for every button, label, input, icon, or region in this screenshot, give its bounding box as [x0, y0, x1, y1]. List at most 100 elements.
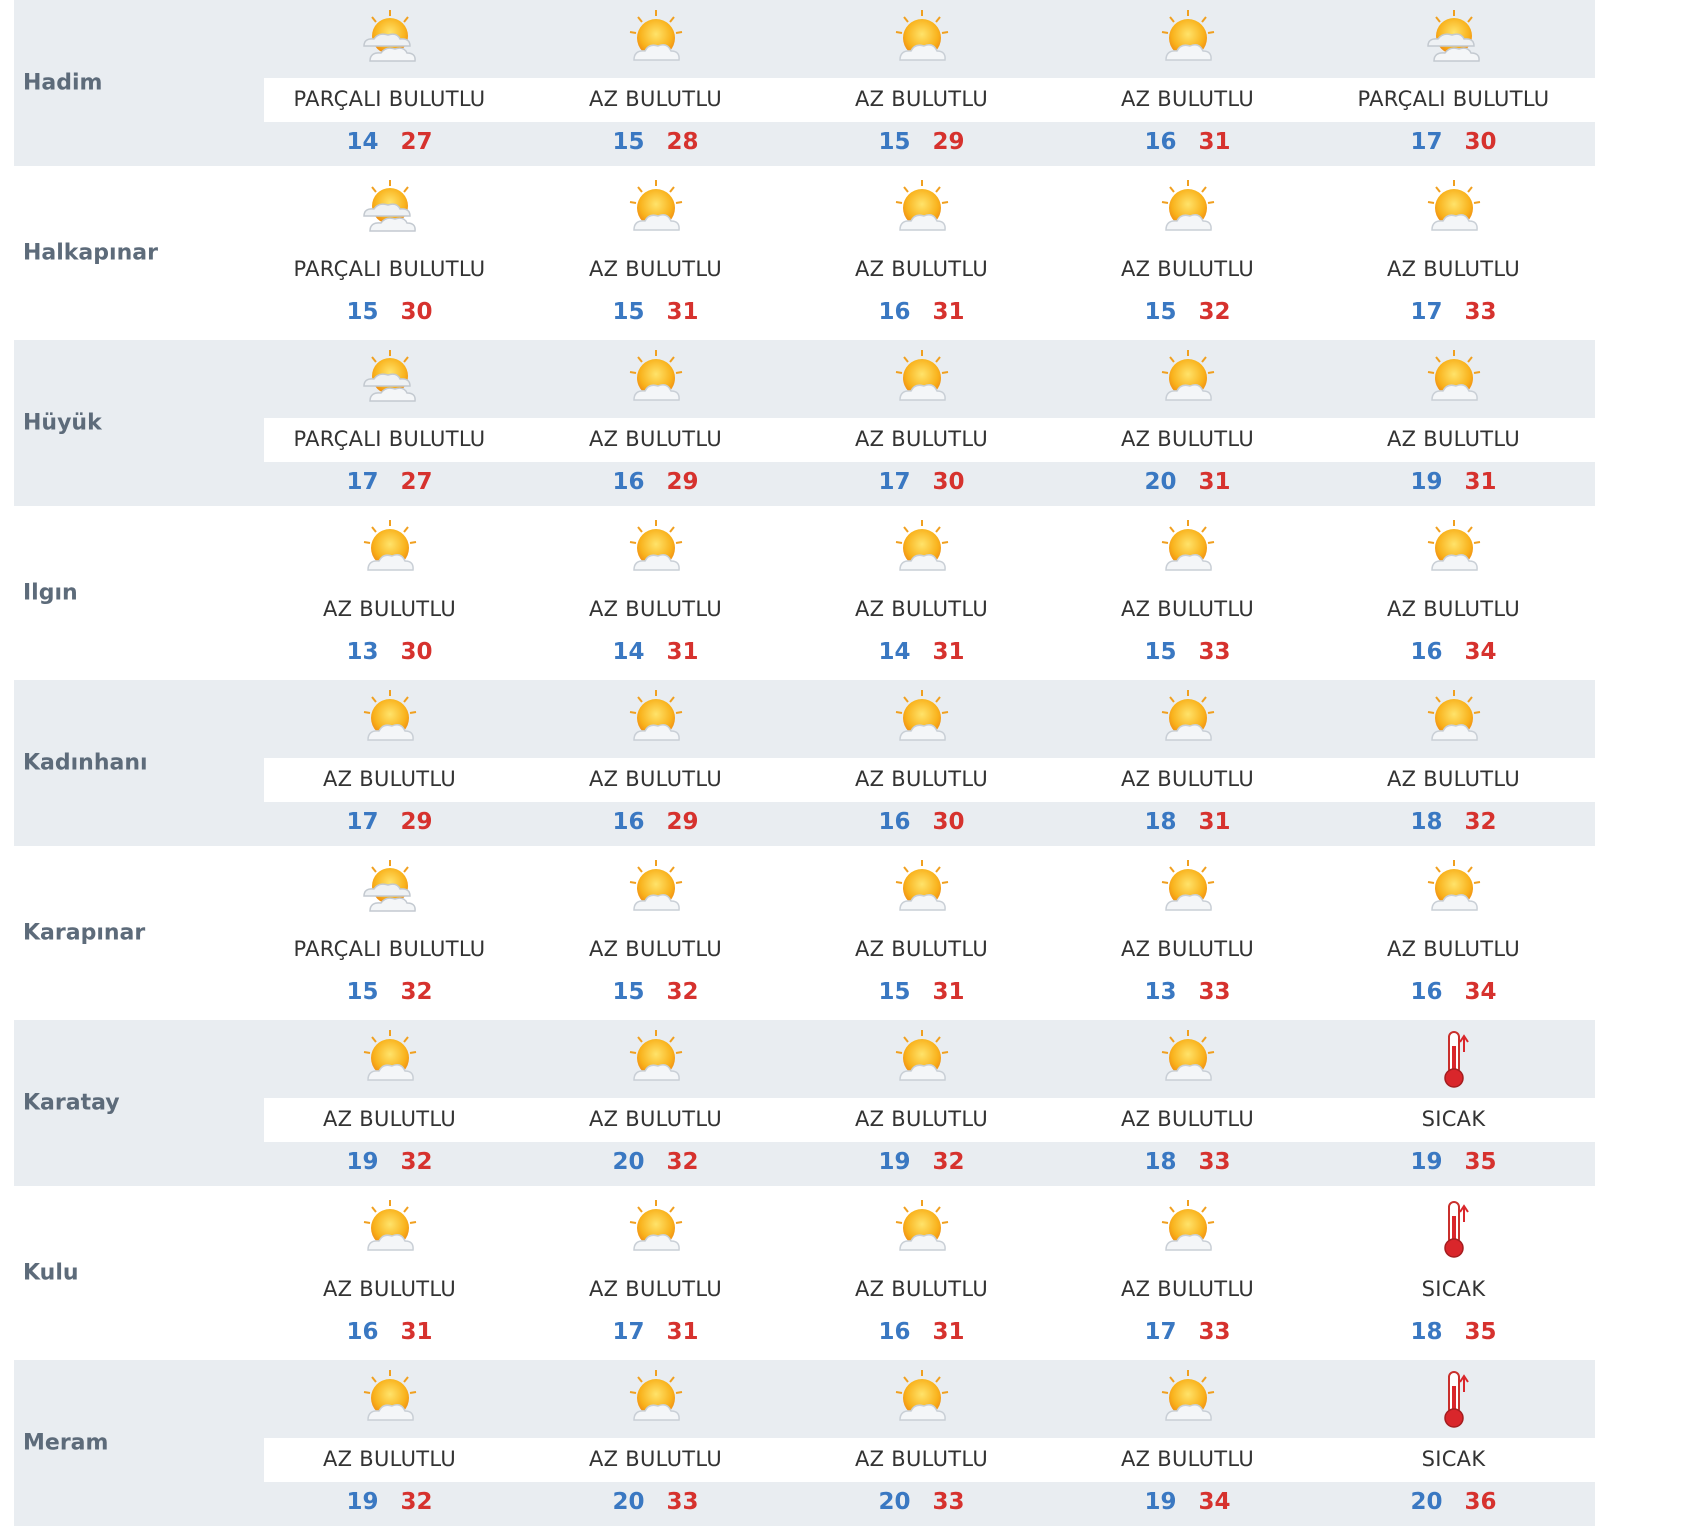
icon-band — [780, 0, 1063, 78]
condition-band: AZ BULUTLU — [514, 758, 797, 802]
icon-band — [1312, 1020, 1595, 1098]
temperature-band: 14 31 — [514, 632, 797, 676]
temperature-band: 16 30 — [780, 802, 1063, 846]
temperature-range: 15 31 — [780, 979, 1063, 1005]
condition-label: AZ BULUTLU — [322, 767, 457, 791]
temperature-range: 15 32 — [514, 979, 797, 1005]
temperature-range: 17 27 — [248, 469, 531, 495]
condition-label: AZ BULUTLU — [588, 1107, 723, 1131]
condition-band: AZ BULUTLU — [1312, 418, 1595, 462]
temperature-range: 15 30 — [248, 299, 531, 325]
high-temperature: 30 — [1464, 129, 1497, 155]
temperature-range: 15 32 — [1046, 299, 1329, 325]
high-temperature: 34 — [1198, 1489, 1231, 1515]
mostly-sunny-icon — [1422, 858, 1486, 920]
temperature-band: 14 27 — [248, 122, 531, 166]
icon-band — [1046, 170, 1329, 248]
forecast-day-cell: PARÇALI BULUTLU 15 32 — [248, 850, 531, 1016]
condition-band: AZ BULUTLU — [1312, 588, 1595, 632]
low-temperature: 16 — [878, 299, 911, 325]
condition-band: AZ BULUTLU — [1046, 758, 1329, 802]
temperature-range: 15 28 — [514, 129, 797, 155]
high-temperature: 31 — [400, 1319, 433, 1345]
forecast-day-cell: AZ BULUTLU 14 31 — [514, 510, 797, 676]
temperature-range: 19 35 — [1312, 1149, 1595, 1175]
temperature-range: 20 33 — [514, 1489, 797, 1515]
mostly-sunny-icon — [1156, 1198, 1220, 1260]
high-temperature: 31 — [1464, 469, 1497, 495]
district-name-cell: Hüyük — [14, 340, 264, 506]
low-temperature: 13 — [346, 639, 379, 665]
temperature-range: 15 32 — [248, 979, 531, 1005]
temperature-range: 19 31 — [1312, 469, 1595, 495]
temperature-range: 18 32 — [1312, 809, 1595, 835]
temperature-range: 19 32 — [248, 1149, 531, 1175]
temperature-band: 18 31 — [1046, 802, 1329, 846]
forecast-day-cell: AZ BULUTLU 19 32 — [780, 1020, 1063, 1186]
icon-band — [1046, 510, 1329, 588]
district-row: Karatay AZ BULUTLU 19 32 AZ BULUTLU 20 32 AZ… — [14, 1020, 1682, 1190]
district-name-cell: Kulu — [14, 1190, 264, 1356]
condition-band: SICAK — [1312, 1268, 1595, 1312]
mostly-sunny-icon — [890, 178, 954, 240]
temperature-band: 19 34 — [1046, 1482, 1329, 1526]
icon-band — [248, 1020, 531, 1098]
low-temperature: 15 — [878, 129, 911, 155]
high-temperature: 32 — [400, 1489, 433, 1515]
forecast-day-cell: PARÇALI BULUTLU 14 27 — [248, 0, 531, 166]
district-name: Halkapınar — [23, 240, 158, 266]
icon-band — [248, 0, 531, 78]
mostly-sunny-icon — [624, 518, 688, 580]
partly-cloudy-icon — [358, 8, 422, 70]
temperature-band: 19 32 — [780, 1142, 1063, 1186]
mostly-sunny-icon — [1422, 518, 1486, 580]
condition-label: AZ BULUTLU — [588, 1277, 723, 1301]
low-temperature: 16 — [878, 1319, 911, 1345]
condition-label: AZ BULUTLU — [1386, 767, 1521, 791]
condition-label: AZ BULUTLU — [1120, 1447, 1255, 1471]
district-name-cell: Kadınhanı — [14, 680, 264, 846]
low-temperature: 16 — [1410, 979, 1443, 1005]
temperature-band: 15 30 — [248, 292, 531, 336]
mostly-sunny-icon — [358, 1368, 422, 1430]
temperature-band: 15 31 — [780, 972, 1063, 1016]
temperature-range: 15 31 — [514, 299, 797, 325]
mostly-sunny-icon — [1156, 348, 1220, 410]
district-name-cell: Ilgın — [14, 510, 264, 676]
temperature-range: 16 29 — [514, 469, 797, 495]
mostly-sunny-icon — [1156, 178, 1220, 240]
low-temperature: 13 — [1144, 979, 1177, 1005]
high-temperature: 31 — [1198, 469, 1231, 495]
condition-label: AZ BULUTLU — [1120, 597, 1255, 621]
condition-label: AZ BULUTLU — [588, 257, 723, 281]
mostly-sunny-icon — [890, 1028, 954, 1090]
thermometer-hot-icon — [1422, 1198, 1486, 1260]
temperature-range: 17 33 — [1046, 1319, 1329, 1345]
forecast-day-cell: AZ BULUTLU 15 28 — [514, 0, 797, 166]
condition-band: AZ BULUTLU — [514, 928, 797, 972]
icon-band — [780, 1360, 1063, 1438]
icon-band — [1046, 340, 1329, 418]
forecast-day-cell: AZ BULUTLU 15 33 — [1046, 510, 1329, 676]
high-temperature: 31 — [1198, 809, 1231, 835]
temperature-range: 15 29 — [780, 129, 1063, 155]
condition-band: AZ BULUTLU — [514, 1268, 797, 1312]
district-name-cell: Meram — [14, 1360, 264, 1526]
low-temperature: 17 — [1144, 1319, 1177, 1345]
temperature-range: 19 32 — [248, 1489, 531, 1515]
temperature-range: 16 30 — [780, 809, 1063, 835]
condition-label: AZ BULUTLU — [854, 87, 989, 111]
mostly-sunny-icon — [890, 1198, 954, 1260]
condition-band: AZ BULUTLU — [248, 1438, 531, 1482]
temperature-range: 17 30 — [780, 469, 1063, 495]
low-temperature: 14 — [346, 129, 379, 155]
condition-band: AZ BULUTLU — [780, 928, 1063, 972]
condition-band: AZ BULUTLU — [1046, 248, 1329, 292]
condition-label: AZ BULUTLU — [854, 597, 989, 621]
condition-band: SICAK — [1312, 1438, 1595, 1482]
mostly-sunny-icon — [624, 1368, 688, 1430]
condition-band: PARÇALI BULUTLU — [1312, 78, 1595, 122]
forecast-day-cell: AZ BULUTLU 18 32 — [1312, 680, 1595, 846]
district-row: Kadınhanı AZ BULUTLU 17 29 AZ BULUTLU 16 29 … — [14, 680, 1682, 850]
low-temperature: 15 — [612, 129, 645, 155]
